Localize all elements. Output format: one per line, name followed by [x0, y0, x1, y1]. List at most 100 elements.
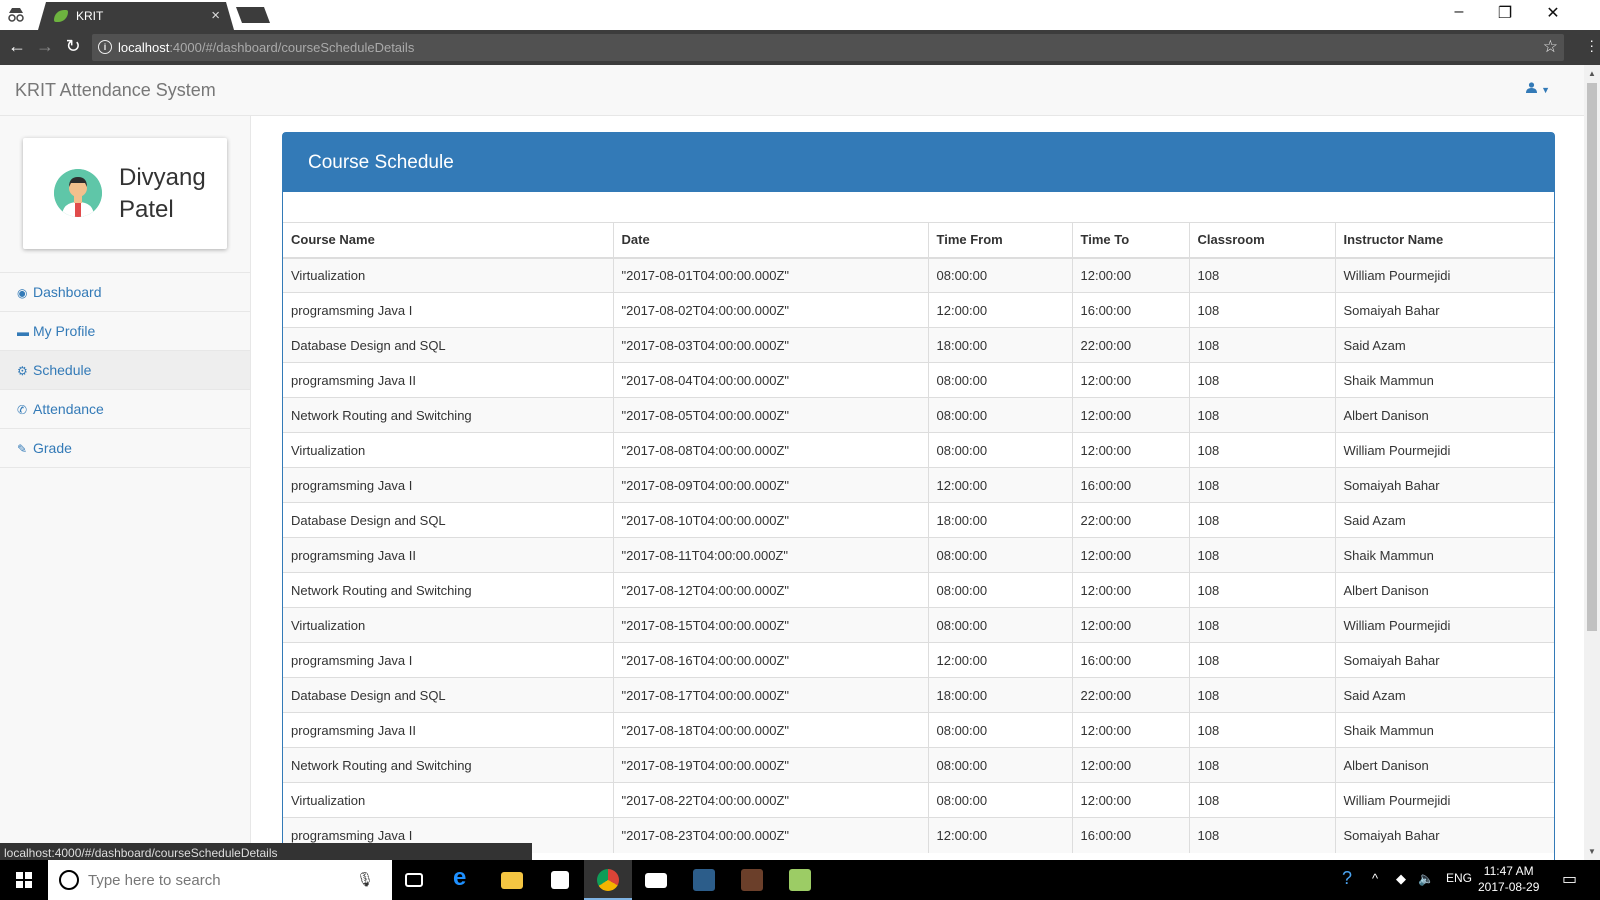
address-bar[interactable]: i localhost:4000/#/dashboard/courseSched… [92, 34, 1564, 61]
table-cell: Somaiyah Bahar [1335, 292, 1554, 328]
column-header[interactable]: Instructor Name [1335, 222, 1554, 259]
table-cell: Shaik Mammun [1335, 362, 1554, 398]
table-cell: 108 [1189, 327, 1336, 363]
course-schedule-panel: Course Schedule Course Name Date Time Fr… [282, 132, 1555, 860]
new-tab-button[interactable] [236, 7, 270, 23]
forward-button[interactable]: → [34, 36, 56, 57]
browser-tab[interactable]: KRIT × [38, 2, 234, 30]
url-text[interactable]: localhost:4000/#/dashboard/courseSchedul… [118, 40, 414, 55]
notepad-plus-plus-icon[interactable] [776, 860, 824, 900]
browser-toolbar: ← → ↻ i localhost:4000/#/dashboard/cours… [0, 30, 1600, 65]
help-icon[interactable]: ? [1342, 868, 1352, 889]
schedule-table-wrap: Course Name Date Time From Time To Class… [283, 222, 1554, 853]
table-cell: 12:00:00 [1072, 607, 1190, 643]
table-cell: 16:00:00 [1072, 817, 1190, 853]
table-row: Database Design and SQL "2017-08-10T04:00… [283, 502, 1554, 538]
mail-icon[interactable] [632, 860, 680, 900]
column-header[interactable]: Classroom [1189, 222, 1336, 259]
back-button[interactable]: ← [6, 36, 28, 57]
sidebar-item-schedule[interactable]: ⚙ Schedule [0, 351, 250, 390]
table-cell: Network Routing and Switching [283, 572, 614, 608]
user-menu[interactable]: ▼ [1526, 80, 1550, 96]
table-cell: 12:00:00 [1072, 397, 1190, 433]
chrome-menu-icon[interactable]: · · · [1589, 33, 1594, 57]
volume-icon[interactable]: 🔈 [1418, 871, 1434, 887]
edge-icon[interactable]: e [440, 860, 488, 900]
column-header[interactable]: Time To [1072, 222, 1190, 259]
taskbar-search[interactable]: Type here to search 🎙 [48, 860, 392, 900]
user-last-name: Patel [119, 196, 174, 223]
table-row: Network Routing and Switching "2017-08-05… [283, 397, 1554, 433]
user-icon [1526, 82, 1538, 93]
phone-icon: ✆ [17, 403, 28, 417]
close-window-button[interactable]: ✕ [1530, 3, 1576, 23]
tab-title: KRIT [76, 9, 104, 23]
chevron-up-icon[interactable]: ^ [1372, 871, 1378, 886]
table-row: programsming Java I "2017-08-02T04:00:00.… [283, 292, 1554, 328]
page-scrollbar[interactable]: ▲ ▼ [1584, 65, 1600, 860]
table-cell: "2017-08-17T04:00:00.000Z" [613, 677, 929, 713]
table-cell: 108 [1189, 642, 1336, 678]
notifications-icon[interactable]: ▭ [1562, 869, 1577, 889]
cogs-icon: ⚙ [17, 364, 28, 378]
dropbox-icon[interactable]: ◆ [1396, 871, 1406, 887]
table-row: Network Routing and Switching "2017-08-19… [283, 747, 1554, 783]
table-cell: programsming Java II [283, 712, 614, 748]
table-cell: 108 [1189, 397, 1336, 433]
chrome-icon[interactable] [584, 860, 632, 900]
language-indicator[interactable]: ENG [1446, 871, 1472, 885]
top-navbar: KRIT Attendance System ▼ [0, 65, 1584, 116]
table-cell: "2017-08-11T04:00:00.000Z" [613, 537, 929, 573]
table-cell: 18:00:00 [928, 327, 1073, 363]
table-cell: 08:00:00 [928, 537, 1073, 573]
microphone-icon[interactable]: 🎙 [356, 871, 374, 888]
table-cell: 08:00:00 [928, 397, 1073, 433]
table-cell: 08:00:00 [928, 782, 1073, 818]
sidebar-item-grade[interactable]: ✎ Grade [0, 429, 250, 468]
clock[interactable]: 11:47 AM 2017-08-29 [1478, 863, 1539, 895]
panel-title: Course Schedule [283, 133, 1554, 192]
table-row: Virtualization "2017-08-08T04:00:00.000Z"… [283, 432, 1554, 468]
table-cell: 16:00:00 [1072, 642, 1190, 678]
start-button[interactable] [0, 860, 48, 900]
bookmark-star-icon[interactable]: ☆ [1543, 37, 1558, 57]
table-cell: Albert Danison [1335, 572, 1554, 608]
table-cell: 08:00:00 [928, 362, 1073, 398]
table-cell: 08:00:00 [928, 712, 1073, 748]
reload-button[interactable]: ↻ [62, 36, 84, 57]
task-view-icon[interactable] [392, 860, 440, 900]
profile-card: Divyang Patel [23, 138, 227, 249]
brand-title[interactable]: KRIT Attendance System [15, 80, 216, 101]
table-cell: Database Design and SQL [283, 502, 614, 538]
scrollbar-thumb[interactable] [1587, 83, 1597, 631]
sidebar-item-dashboard[interactable]: ◉ Dashboard [0, 273, 250, 312]
table-cell: Database Design and SQL [283, 327, 614, 363]
windows-logo-icon [16, 872, 32, 888]
cortana-icon [59, 870, 79, 890]
column-header[interactable]: Course Name [283, 222, 614, 259]
visual-studio-code-icon[interactable] [680, 860, 728, 900]
sidebar-item-my-profile[interactable]: ▬ My Profile [0, 312, 250, 351]
app-icon[interactable] [728, 860, 776, 900]
profile-name: Divyang Patel [119, 162, 206, 226]
table-cell: 08:00:00 [928, 572, 1073, 608]
file-explorer-icon[interactable] [488, 860, 536, 900]
sidebar-item-attendance[interactable]: ✆ Attendance [0, 390, 250, 429]
table-cell: William Pourmejidi [1335, 607, 1554, 643]
table-row: Network Routing and Switching "2017-08-12… [283, 572, 1554, 608]
column-header[interactable]: Time From [928, 222, 1073, 259]
scroll-up-icon[interactable]: ▲ [1588, 69, 1596, 78]
table-cell: Shaik Mammun [1335, 712, 1554, 748]
profile-icon: ▬ [17, 325, 29, 339]
info-icon[interactable]: i [98, 40, 112, 54]
table-cell: 22:00:00 [1072, 502, 1190, 538]
windows-taskbar: Type here to search 🎙 e ? ^ ◆ 🔈 ENG 11:4… [0, 860, 1600, 900]
table-cell: Somaiyah Bahar [1335, 817, 1554, 853]
column-header[interactable]: Date [613, 222, 929, 259]
restore-button[interactable]: ❐ [1482, 3, 1528, 23]
store-icon[interactable] [536, 860, 584, 900]
scroll-down-icon[interactable]: ▼ [1588, 847, 1596, 856]
minimize-button[interactable]: – [1436, 3, 1482, 21]
table-row: programsming Java I "2017-08-16T04:00:00.… [283, 642, 1554, 678]
close-tab-icon[interactable]: × [211, 7, 220, 24]
